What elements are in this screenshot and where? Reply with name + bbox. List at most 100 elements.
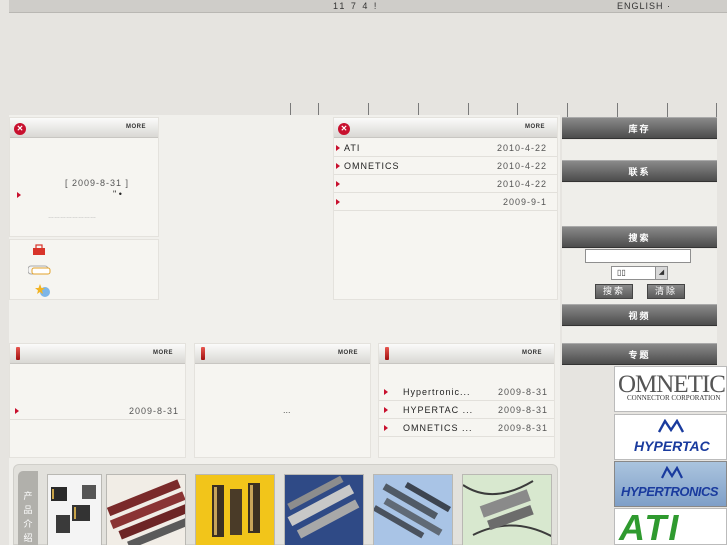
clear-button[interactable]: 清除 (647, 284, 685, 299)
hypertronics-mark-icon (661, 466, 683, 479)
top-bar-info: 11 7 4 ! (333, 1, 379, 11)
omnetics-logo[interactable]: OMNETICS CONNECTOR CORPORATION (614, 366, 727, 412)
product-image (463, 475, 551, 545)
bullet-arrow-icon (384, 425, 388, 431)
red-marker-icon (201, 347, 205, 360)
news-date: 2010-4-22 (496, 179, 547, 189)
product-thumb[interactable] (47, 474, 102, 545)
product-image (48, 475, 101, 545)
product-image (107, 475, 185, 545)
bullet-arrow-icon (17, 192, 21, 198)
product-image (196, 475, 274, 545)
red-marker-icon (385, 347, 389, 360)
item-date: 2009-8-31 (128, 406, 179, 416)
star-badge-icon[interactable] (35, 284, 51, 298)
sidebar-stock-header[interactable]: 库存 (562, 117, 717, 139)
item-date: 2009-8-31 (497, 405, 548, 415)
language-english-link[interactable]: ENGLISH · (617, 1, 671, 11)
announcement-date: [ 2009-8-31 ] (65, 178, 130, 188)
news-item[interactable]: OMNETICS 2010-4-22 (334, 157, 557, 175)
ati-logo-text: ATI (619, 508, 681, 545)
more-link[interactable]: MORE (153, 350, 173, 356)
news-date: 2009-9-1 (502, 197, 547, 207)
bullet-arrow-icon (384, 407, 388, 413)
shopping-bag-icon[interactable] (32, 244, 46, 256)
more-link[interactable]: MORE (126, 124, 146, 130)
panel-header: MORE (379, 344, 554, 364)
news-date: 2010-4-22 (496, 143, 547, 153)
products-label: 产 品 介 绍 (18, 471, 38, 545)
panel-header: MORE (195, 344, 370, 364)
news-item[interactable]: 2009-9-1 (334, 193, 557, 211)
panel-header: MORE (10, 344, 185, 364)
more-link[interactable]: MORE (525, 124, 545, 130)
products-label-char: 产 (23, 491, 33, 501)
bullet-arrow-icon (336, 163, 340, 169)
list-item[interactable]: 2009-8-31 (10, 402, 185, 420)
announcement-marks: " • (113, 189, 122, 199)
bullet-arrow-icon (384, 389, 388, 395)
sidebar-video-header[interactable]: 视频 (562, 304, 717, 326)
more-link[interactable]: MORE (522, 350, 542, 356)
bullet-arrow-icon (336, 199, 340, 205)
list-item[interactable]: HYPERTAC ... 2009-8-31 (379, 401, 554, 419)
product-image (285, 475, 363, 545)
products-label-char: 品 (23, 505, 33, 515)
news-item[interactable]: ATI 2010-4-22 (334, 139, 557, 157)
chevron-down-icon[interactable]: ◢ (655, 267, 667, 279)
item-title[interactable]: Hypertronic... (403, 387, 471, 397)
panel-ellipsis: ... (283, 405, 291, 415)
sidebar-search-header: 搜索 (562, 226, 717, 248)
news-date: 2010-4-22 (496, 161, 547, 171)
product-image (374, 475, 452, 545)
hypertronics-logo-text: HYPERTRONICS (621, 484, 719, 499)
sidebar-stock-body (562, 140, 717, 160)
document-stack-icon[interactable] (28, 264, 52, 276)
search-input[interactable] (585, 249, 691, 263)
panel-header: ✕ MORE (10, 118, 158, 138)
sidebar-video-body (562, 327, 717, 343)
announcement-panel: ✕ MORE [ 2009-8-31 ] " • …………………… (9, 117, 159, 237)
product-thumb[interactable] (106, 474, 186, 545)
products-strip: 产 品 介 绍 (13, 464, 558, 545)
bullet-arrow-icon (336, 181, 340, 187)
sidebar-contact-body (562, 183, 717, 226)
hypertac-mark-icon (658, 419, 684, 433)
news-item[interactable]: 2010-4-22 (334, 175, 557, 193)
product-thumb[interactable] (284, 474, 364, 545)
search-category-select[interactable]: ▯▯ ◢ (611, 266, 668, 280)
product-thumb[interactable] (462, 474, 552, 545)
news-title[interactable]: ATI (344, 143, 360, 153)
list-item[interactable]: OMNETICS ... 2009-8-31 (379, 419, 554, 437)
panel-header: ✕ MORE (334, 118, 557, 138)
close-circle-icon: ✕ (338, 123, 350, 135)
close-circle-icon: ✕ (14, 123, 26, 135)
sidebar-contact-header[interactable]: 联系 (562, 160, 717, 182)
products-label-char: 介 (23, 519, 33, 529)
omnetics-logo-subtext: CONNECTOR CORPORATION (627, 394, 721, 402)
info-panel-left: MORE 2009-8-31 (9, 343, 186, 458)
product-thumb[interactable] (373, 474, 453, 545)
bullet-arrow-icon (336, 145, 340, 151)
search-button[interactable]: 搜索 (595, 284, 633, 299)
hypertronics-logo[interactable]: HYPERTRONICS (614, 461, 727, 507)
more-link[interactable]: MORE (338, 350, 358, 356)
quick-links-panel (9, 239, 159, 300)
ati-logo[interactable]: ATI (614, 508, 727, 545)
product-thumb[interactable] (195, 474, 275, 545)
top-bar: 11 7 4 ! ENGLISH · (9, 0, 727, 13)
news-panel: ✕ MORE ATI 2010-4-22 OMNETICS 2010-4-22 … (333, 117, 558, 300)
item-title[interactable]: OMNETICS ... (403, 423, 473, 433)
news-title[interactable]: OMNETICS (344, 161, 400, 171)
list-item[interactable]: Hypertronic... 2009-8-31 (379, 383, 554, 401)
item-title[interactable]: HYPERTAC ... (403, 405, 473, 415)
sidebar-topic-header[interactable]: 专题 (562, 343, 717, 365)
hypertac-logo-text: HYPERTAC (634, 438, 710, 454)
item-date: 2009-8-31 (497, 423, 548, 433)
item-date: 2009-8-31 (497, 387, 548, 397)
bullet-arrow-icon (15, 408, 19, 414)
hypertac-logo[interactable]: HYPERTAC (614, 414, 727, 460)
search-category-value: ▯▯ (617, 268, 626, 277)
info-panel-middle: MORE ... (194, 343, 371, 458)
red-marker-icon (16, 347, 20, 360)
